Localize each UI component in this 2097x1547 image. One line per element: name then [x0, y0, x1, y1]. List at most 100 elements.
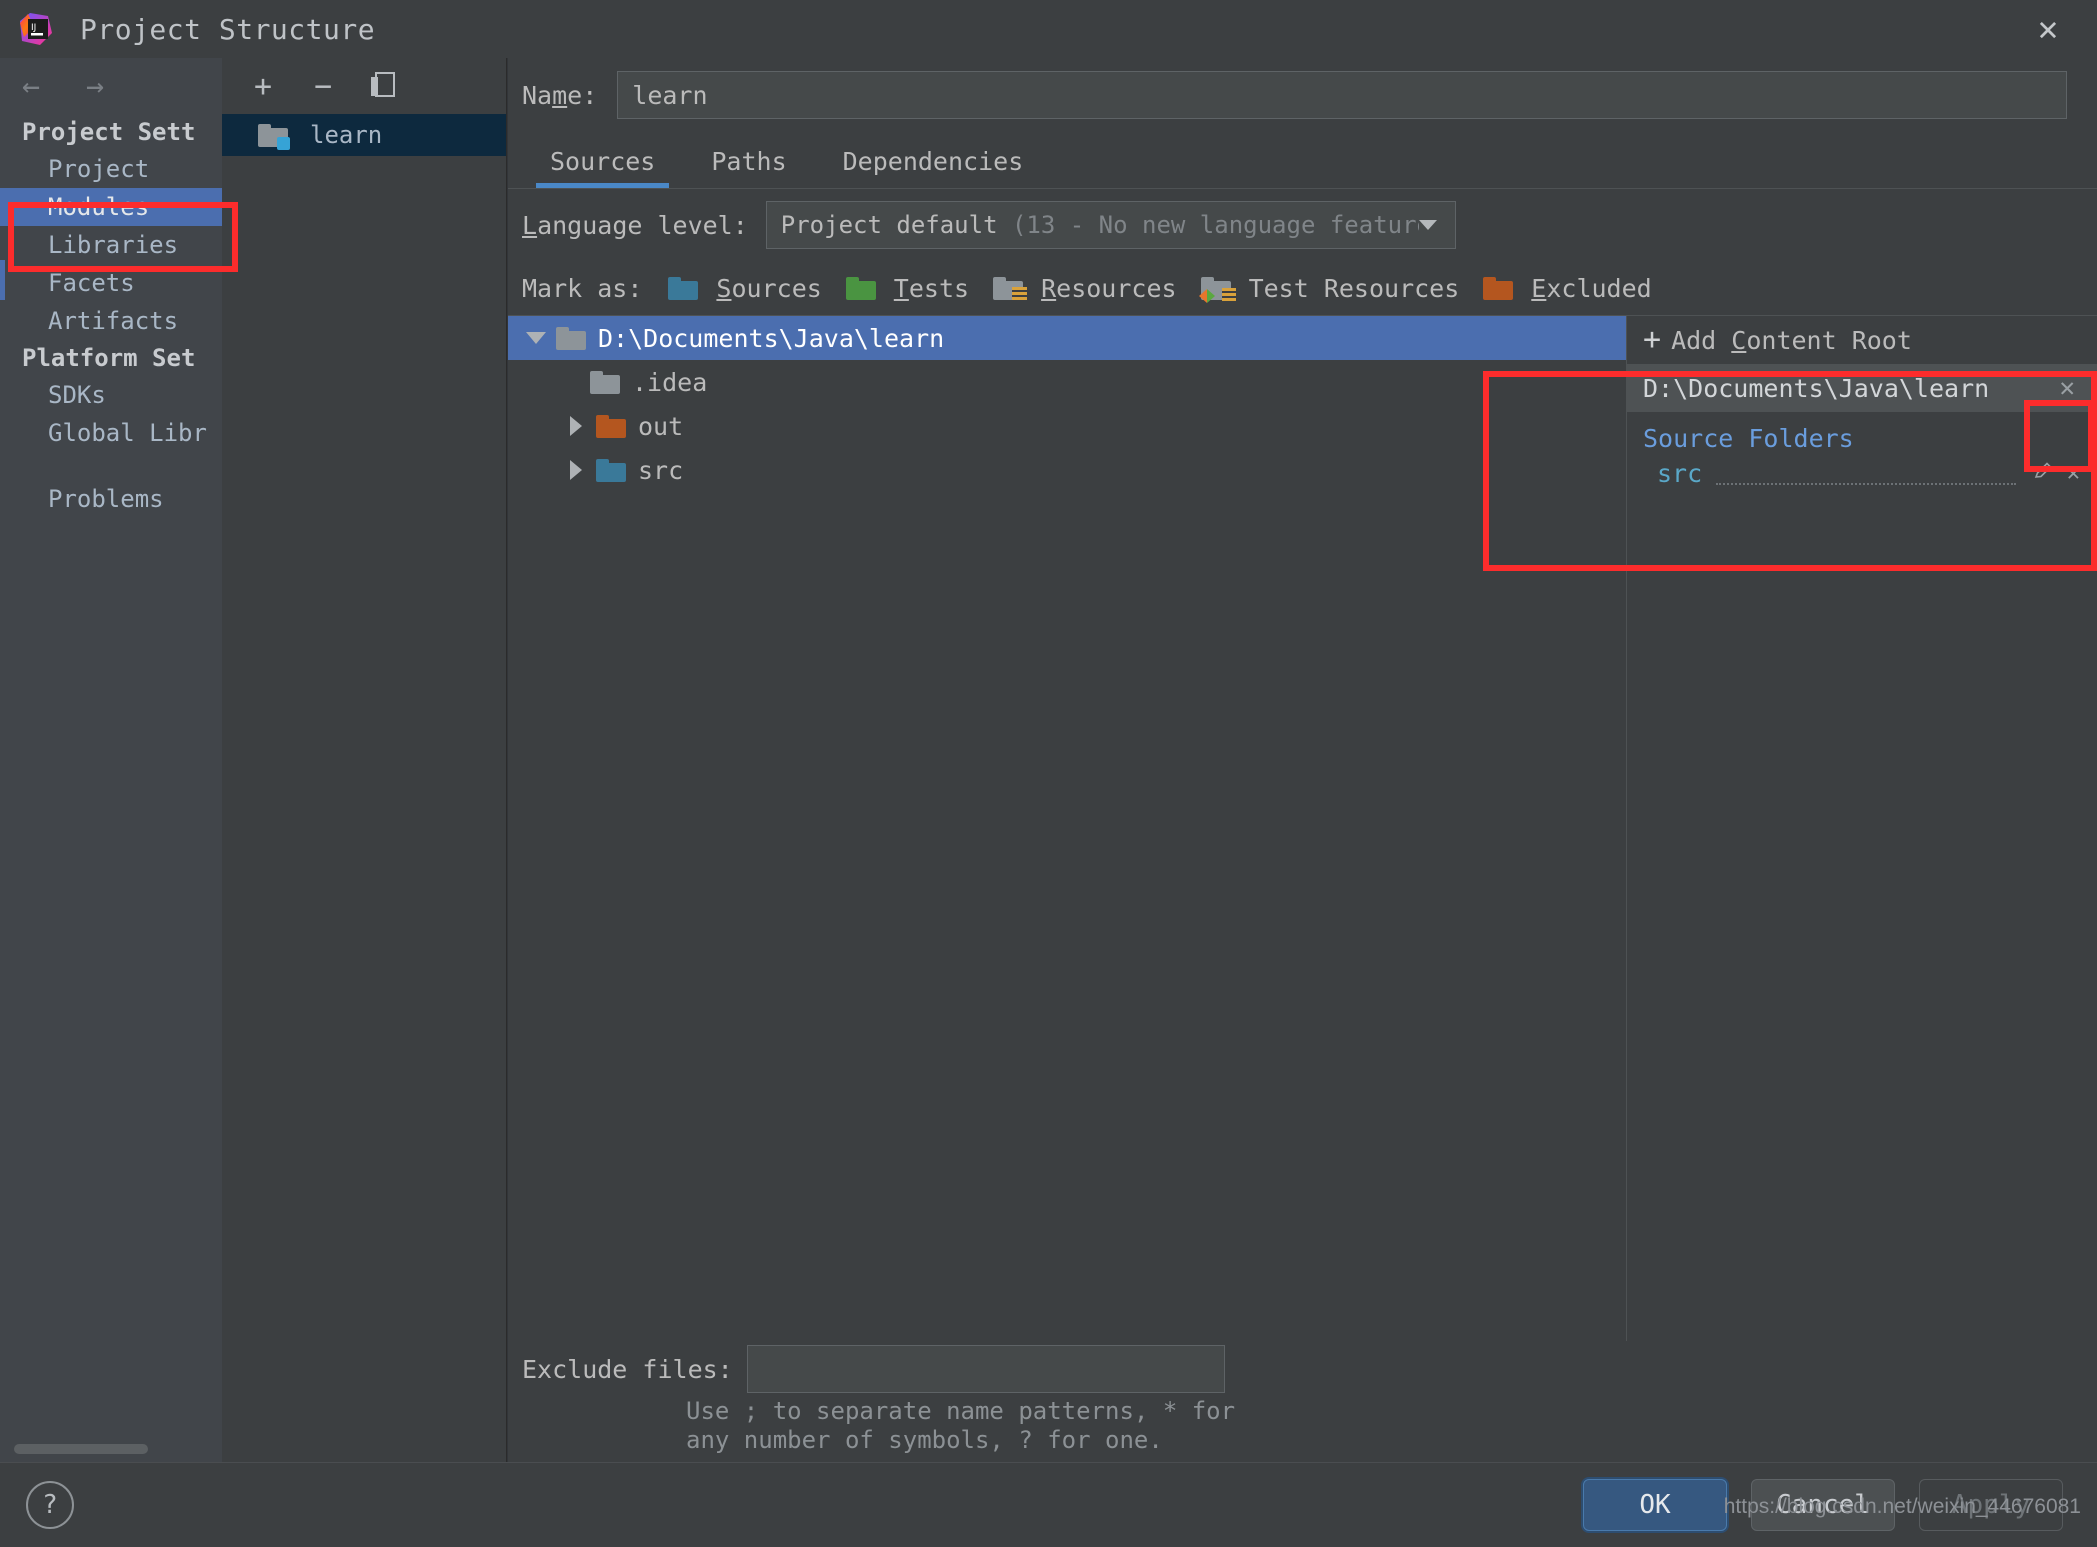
- sidebar-item-problems[interactable]: Problems: [0, 480, 222, 518]
- module-tabs: Sources Paths Dependencies: [508, 132, 2097, 189]
- sidebar-item-libraries[interactable]: Libraries: [0, 226, 222, 264]
- mark-as-row: Mark as: Sources Tests Resources Test Re…: [508, 261, 2097, 315]
- remove-content-root-icon[interactable]: ✕: [2053, 373, 2081, 403]
- tree-row-label: src: [638, 455, 684, 485]
- close-icon[interactable]: ✕: [2027, 8, 2069, 50]
- sidebar-horizontal-scrollbar[interactable]: [14, 1444, 148, 1454]
- tree-row-label: out: [638, 411, 684, 441]
- exclude-files-row: Exclude files:: [508, 1341, 2097, 1397]
- tree-row[interactable]: out: [508, 404, 1626, 448]
- source-folder-dots: [1716, 463, 2016, 485]
- folder-icon: [596, 458, 626, 482]
- sidebar-item-facets[interactable]: Facets: [0, 264, 222, 302]
- modules-panel: + − learn: [222, 58, 507, 1462]
- window-title: Project Structure: [80, 12, 376, 46]
- exclude-files-hint: Use ; to separate name patterns, * for a…: [686, 1397, 1236, 1454]
- sidebar-group-project-settings: Project Sett: [22, 118, 196, 146]
- pencil-icon[interactable]: [2030, 461, 2056, 487]
- add-module-button[interactable]: +: [246, 69, 280, 104]
- copy-module-icon[interactable]: [366, 69, 400, 103]
- mark-as-sources-button[interactable]: Sources: [668, 273, 822, 303]
- mark-as-sources-label: Sources: [716, 273, 822, 303]
- folder-icon: [556, 326, 586, 350]
- exclude-files-input[interactable]: [746, 1345, 1225, 1394]
- source-folders-title: Source Folders: [1643, 424, 1854, 453]
- language-level-row: Language level: Project default (13 - No…: [508, 189, 2097, 261]
- content-split: D:\Documents\Java\learn .idea out src + …: [508, 315, 2097, 1342]
- mark-as-label: Mark as:: [522, 273, 643, 303]
- sidebar-item-artifacts[interactable]: Artifacts: [0, 302, 222, 340]
- mark-as-resources-label: Resources: [1041, 273, 1177, 303]
- chevron-right-icon[interactable]: [556, 460, 596, 480]
- tests-folder-icon: [845, 276, 876, 300]
- module-list-item-label: learn: [310, 121, 383, 149]
- add-content-root-label: Add Content Root: [1671, 325, 1912, 355]
- language-level-select[interactable]: Project default (13 - No new language fe…: [765, 201, 1456, 249]
- sidebar-group-platform-settings: Platform Set: [22, 344, 196, 372]
- language-level-value: Project default (13 - No new language fe…: [780, 211, 1419, 239]
- source-folder-name: src: [1657, 459, 1703, 488]
- sidebar-nav: ← →: [0, 58, 222, 114]
- add-content-root-button[interactable]: + Add Content Root: [1627, 316, 2097, 364]
- remove-module-button[interactable]: −: [306, 69, 340, 104]
- mark-as-excluded-button[interactable]: Excluded: [1483, 273, 1652, 303]
- sidebar-item-global-libraries[interactable]: Global Libr: [0, 414, 222, 452]
- tree-row[interactable]: src: [508, 448, 1626, 492]
- sidebar-item-sdks[interactable]: SDKs: [0, 376, 222, 414]
- mark-as-test-resources-button[interactable]: Test Resources: [1198, 273, 1460, 303]
- remove-source-folder-icon[interactable]: ✕: [2064, 461, 2083, 486]
- chevron-down-icon[interactable]: [516, 332, 556, 344]
- title-bar: IJ Project Structure ✕: [0, 0, 2097, 58]
- sidebar-item-modules[interactable]: Modules: [0, 188, 222, 226]
- settings-sidebar: ← → Project Sett Project Modules Librari…: [0, 58, 222, 1462]
- folder-icon: [596, 414, 626, 438]
- tree-row-label: .idea: [632, 367, 708, 397]
- content-root-path: D:\Documents\Java\learn: [1643, 373, 1990, 403]
- tab-sources[interactable]: Sources: [522, 147, 683, 188]
- intellij-idea-logo: IJ: [18, 11, 54, 47]
- tree-row[interactable]: .idea: [508, 360, 1626, 404]
- folder-icon: [590, 370, 620, 394]
- excluded-folder-icon: [1483, 276, 1514, 300]
- source-folder-row[interactable]: src ✕: [1627, 457, 2097, 490]
- mark-as-test-resources-label: Test Resources: [1248, 273, 1460, 303]
- help-button[interactable]: ?: [26, 1481, 74, 1529]
- chevron-down-icon: [1418, 220, 1437, 230]
- back-icon[interactable]: ←: [14, 69, 48, 104]
- module-list-item-learn[interactable]: learn: [222, 114, 506, 156]
- sources-folder-icon: [668, 276, 699, 300]
- ok-button[interactable]: OK: [1583, 1479, 1727, 1531]
- modules-list: learn: [222, 114, 506, 1462]
- plus-icon: +: [1643, 322, 1662, 357]
- exclude-files-label: Exclude files:: [522, 1354, 733, 1384]
- sidebar-item-project[interactable]: Project: [0, 150, 222, 188]
- project-structure-dialog: IJ Project Structure ✕ ← → Project Sett …: [0, 0, 2097, 1547]
- mark-as-resources-button[interactable]: Resources: [993, 273, 1177, 303]
- chevron-right-icon[interactable]: [556, 416, 596, 436]
- name-input[interactable]: [617, 71, 2067, 119]
- test-resources-folder-icon: [1198, 276, 1236, 303]
- content-root-details-panel: + Add Content Root D:\Documents\Java\lea…: [1626, 316, 2097, 1342]
- forward-icon[interactable]: →: [78, 69, 112, 104]
- resources-folder-icon: [993, 276, 1028, 301]
- language-level-label: Language level:: [522, 210, 748, 240]
- mark-as-tests-label: Tests: [893, 273, 970, 303]
- tab-paths[interactable]: Paths: [683, 147, 814, 188]
- content-roots-tree[interactable]: D:\Documents\Java\learn .idea out src: [508, 316, 1626, 1342]
- mark-as-excluded-label: Excluded: [1531, 273, 1652, 303]
- tree-row[interactable]: D:\Documents\Java\learn: [508, 316, 1626, 360]
- sidebar-selection-tick: [0, 260, 5, 300]
- name-label: Name:: [522, 80, 598, 110]
- watermark: https://blog.csdn.net/weixin_44676081: [1723, 1495, 2081, 1518]
- module-folder-icon: [258, 123, 290, 150]
- dialog-body: ← → Project Sett Project Modules Librari…: [0, 58, 2097, 1462]
- module-editor-panel: Name: Sources Paths Dependencies Languag…: [507, 58, 2097, 1462]
- mark-as-tests-button[interactable]: Tests: [845, 273, 970, 303]
- content-root-row[interactable]: D:\Documents\Java\learn ✕: [1627, 364, 2097, 412]
- tree-row-label: D:\Documents\Java\learn: [598, 323, 945, 353]
- modules-toolbar: + −: [222, 58, 506, 114]
- tab-dependencies[interactable]: Dependencies: [815, 147, 1052, 188]
- sidebar-list: Project Sett Project Modules Libraries F…: [0, 114, 222, 1462]
- svg-text:IJ: IJ: [31, 23, 36, 33]
